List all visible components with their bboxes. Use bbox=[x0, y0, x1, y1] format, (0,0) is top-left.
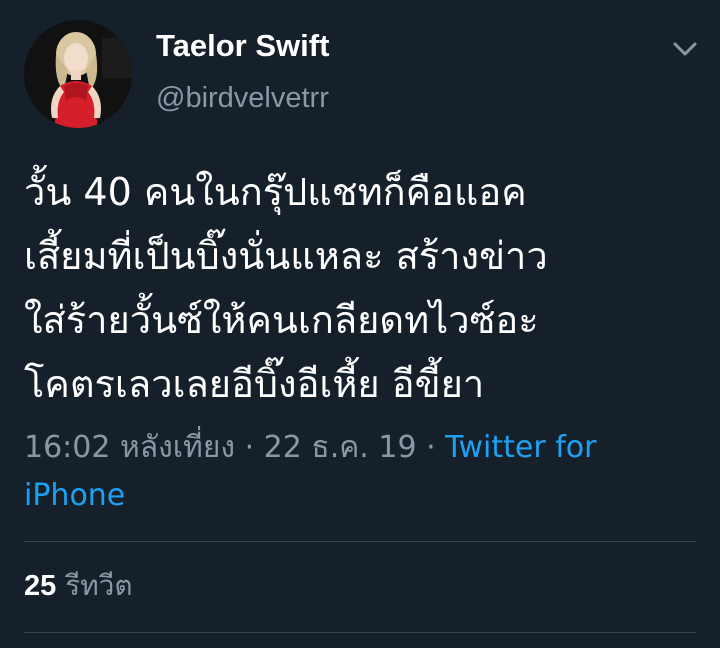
meta-separator: · bbox=[235, 430, 264, 465]
retweet-label: รีทวีต bbox=[65, 569, 133, 602]
divider bbox=[24, 541, 696, 542]
tweet-text: วั้น 40 คนในกรุ๊ปแชทก็คือแอค เสี้ยมที่เป… bbox=[24, 160, 704, 416]
tweet-text-line: วั้น 40 คนในกรุ๊ปแชทก็คือแอค bbox=[24, 170, 527, 214]
tweet-text-line: โคตรเลวเลยอีบิ๊งอีเหี้ย อีขี้ยา bbox=[24, 362, 485, 406]
tweet-date[interactable]: 22 ธ.ค. 19 bbox=[264, 430, 417, 465]
tweet: Taelor Swift @birdvelvetrr วั้น 40 คนในก… bbox=[0, 0, 720, 648]
tweet-meta-line: 16:02 หลังเที่ยง · 22 ธ.ค. 19 · Twitter … bbox=[24, 424, 684, 472]
chevron-down-icon[interactable] bbox=[672, 38, 698, 60]
tweet-source-link-continued[interactable]: iPhone bbox=[24, 478, 125, 513]
divider bbox=[24, 632, 696, 633]
avatar-image bbox=[24, 20, 132, 128]
tweet-time[interactable]: 16:02 หลังเที่ยง bbox=[24, 430, 235, 465]
retweet-stat[interactable]: 25 รีทวีต bbox=[24, 564, 133, 608]
author-handle[interactable]: @birdvelvetrr bbox=[156, 82, 329, 115]
tweet-text-line: เสี้ยมที่เป็นบิ๊งนั่นแหละ สร้างข่าว bbox=[24, 234, 548, 278]
tweet-text-line: ใส่ร้ายวั้นซ์ให้คนเกลียดทไวซ์อะ bbox=[24, 298, 539, 342]
meta-separator: · bbox=[416, 430, 446, 465]
tweet-meta-line: iPhone bbox=[24, 472, 684, 520]
avatar[interactable] bbox=[24, 20, 132, 128]
retweet-count: 25 bbox=[24, 570, 57, 602]
tweet-meta: 16:02 หลังเที่ยง · 22 ธ.ค. 19 · Twitter … bbox=[24, 424, 684, 520]
author-display-name[interactable]: Taelor Swift bbox=[156, 28, 329, 64]
tweet-source-link[interactable]: Twitter for bbox=[445, 430, 596, 465]
